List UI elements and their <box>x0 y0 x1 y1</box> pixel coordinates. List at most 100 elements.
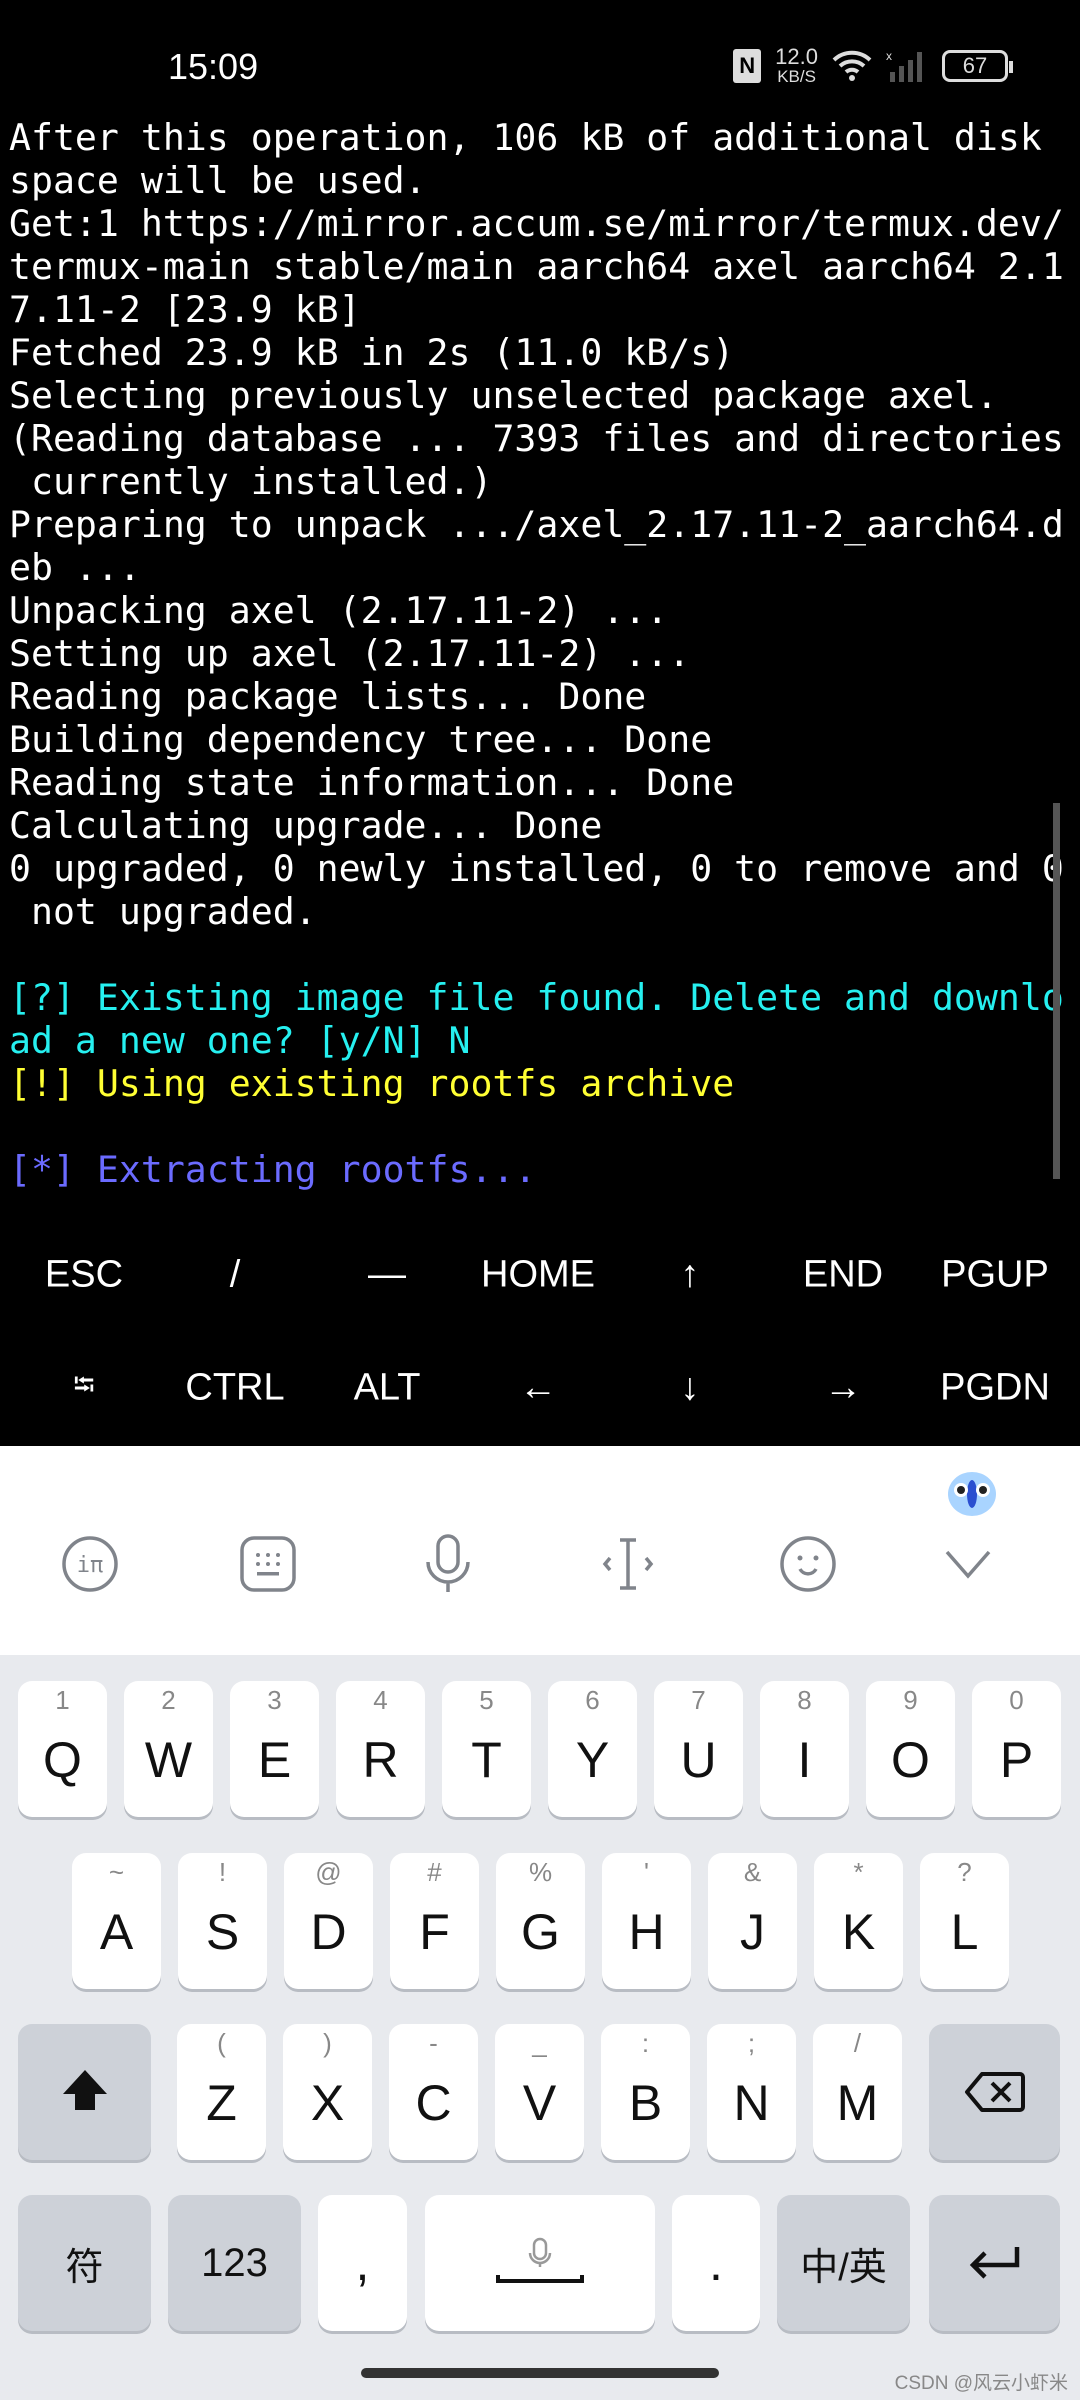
terminal-line: Unpacking axel (2.17.11-2) ... <box>9 589 669 632</box>
nfc-icon: N <box>733 48 762 83</box>
key-m[interactable]: / M <box>813 2024 902 2160</box>
watermark: CSDN @风云小虾米 <box>894 2373 1068 2394</box>
key-hint: % <box>528 1857 553 1887</box>
key-label: 符 <box>65 2246 104 2289</box>
key-label: K <box>841 1904 876 1960</box>
ime-toolbar: iπ <box>0 1446 1080 1655</box>
ime-mascot-icon[interactable] <box>944 1464 1000 1520</box>
key-a[interactable]: ~ A <box>72 1853 161 1989</box>
key-hint: ; <box>747 2028 756 2058</box>
key-r[interactable]: 4R <box>336 1681 425 1817</box>
terminal-line: Building dependency tree... Done <box>9 718 713 761</box>
period-key[interactable]: . <box>672 2195 760 2331</box>
key-label: G <box>521 1904 560 1960</box>
key-q[interactable]: 1Q <box>18 1681 107 1817</box>
extra-key[interactable]: → <box>824 1367 862 1410</box>
key-d[interactable]: @ D <box>284 1853 373 1989</box>
backspace-key[interactable] <box>929 2024 1060 2160</box>
key-t[interactable]: 5T <box>442 1681 531 1817</box>
shift-key[interactable] <box>18 2024 151 2160</box>
key-i[interactable]: 8I <box>760 1681 849 1817</box>
language-switch-key[interactable]: 中/英 <box>777 2195 910 2331</box>
key-z[interactable]: (Z <box>177 2024 266 2160</box>
emoji-icon[interactable] <box>779 1535 837 1593</box>
home-indicator[interactable] <box>361 2368 719 2378</box>
key-p[interactable]: 0P <box>972 1681 1061 1817</box>
backspace-icon <box>964 2072 1025 2112</box>
network-speed: 12.0 KB/S <box>775 44 818 86</box>
key-hint: ? <box>957 1857 972 1887</box>
extra-key[interactable]: ← <box>519 1367 557 1410</box>
extra-key[interactable]: PGDN <box>940 1367 1050 1410</box>
key-y[interactable]: 6Y <box>548 1681 637 1817</box>
keyboard-icon[interactable] <box>239 1535 297 1593</box>
terminal-line: (Reading database ... 7393 files and dir… <box>9 417 1064 460</box>
space-mic-icon <box>496 2237 584 2283</box>
key-c[interactable]: -C <box>389 2024 478 2160</box>
key-hint: : <box>641 2028 650 2058</box>
key-j[interactable]: & J <box>708 1853 797 1989</box>
terminal-line: Setting up axel (2.17.11-2) ... <box>9 632 691 675</box>
extra-key[interactable]: / <box>230 1254 241 1297</box>
key-f[interactable]: # F <box>390 1853 479 1989</box>
key-k[interactable]: * K <box>814 1853 903 1989</box>
numbers-key[interactable]: 123 <box>168 2195 301 2331</box>
key-v[interactable]: _ V <box>495 2024 584 2160</box>
extra-key[interactable]: END <box>803 1254 883 1297</box>
key-o[interactable]: 9O <box>866 1681 955 1817</box>
terminal-line: Preparing to unpack .../axel_2.17.11-2_a… <box>9 503 1064 546</box>
extra-key[interactable]: CTRL <box>185 1367 284 1410</box>
key-hint: ' <box>644 1857 649 1887</box>
extra-key[interactable]: ↓ <box>681 1367 700 1410</box>
extra-key[interactable]: ESC <box>45 1254 123 1297</box>
key-l[interactable]: ? L <box>920 1853 1009 1989</box>
extra-key[interactable]: HOME <box>481 1254 595 1297</box>
key-n[interactable]: ; N <box>707 2024 796 2160</box>
key-e[interactable]: 3E <box>230 1681 319 1817</box>
key-b[interactable]: :B <box>601 2024 690 2160</box>
battery-icon: 67 <box>942 49 1013 82</box>
signal-icon: x <box>886 50 922 82</box>
key-label: W <box>144 1732 193 1788</box>
cursor-move-icon[interactable] <box>598 1536 658 1592</box>
key-u[interactable]: 7U <box>654 1681 743 1817</box>
microphone-icon[interactable] <box>423 1534 473 1594</box>
terminal-line: Calculating upgrade... Done <box>9 804 603 847</box>
extra-key[interactable]: ⭾ <box>73 1364 94 1412</box>
comma-key[interactable]: , <box>318 2195 407 2331</box>
extra-key[interactable]: PGUP <box>941 1254 1049 1297</box>
status-bar: 15:09 N 12.0 KB/S x 67 <box>0 0 1080 110</box>
terminal-line: currently installed.) <box>9 460 493 503</box>
extra-key[interactable]: ↑ <box>681 1254 700 1297</box>
space-key[interactable] <box>425 2195 655 2331</box>
extra-key[interactable]: — <box>368 1254 406 1297</box>
symbols-key[interactable]: 符 <box>18 2195 151 2331</box>
enter-key[interactable] <box>929 2195 1060 2331</box>
key-label: X <box>310 2075 345 2131</box>
key-label: I <box>797 1732 812 1788</box>
extra-key[interactable]: ALT <box>354 1367 421 1410</box>
key-w[interactable]: 2W <box>124 1681 213 1817</box>
terminal-line: termux-main stable/main aarch64 axel aar… <box>9 245 1064 288</box>
key-g[interactable]: % G <box>496 1853 585 1989</box>
ime-logo-icon[interactable]: iπ <box>61 1535 119 1593</box>
key-label: A <box>99 1904 134 1960</box>
key-label: S <box>205 1904 240 1960</box>
key-hint: 9 <box>903 1685 918 1715</box>
key-label: U <box>680 1732 717 1788</box>
terminal-output[interactable]: After this operation, 106 kB of addition… <box>9 116 1071 1191</box>
terminal-line: ad a new one? [y/N] N <box>9 1019 471 1062</box>
terminal-line: [!] Using existing rootfs archive <box>9 1062 735 1105</box>
key-label: O <box>891 1732 930 1788</box>
key-label: 中/英 <box>800 2246 887 2289</box>
terminal-line: eb ... <box>9 546 141 589</box>
terminal-scrollbar[interactable] <box>1053 803 1060 1179</box>
key-s[interactable]: ! S <box>178 1853 267 1989</box>
key-label: M <box>836 2075 879 2131</box>
key-h[interactable]: ' H <box>602 1853 691 1989</box>
key-hint: # <box>427 1857 442 1887</box>
key-label: C <box>415 2075 452 2131</box>
chevron-down-icon[interactable] <box>944 1549 992 1579</box>
key-x[interactable]: ) X <box>283 2024 372 2160</box>
